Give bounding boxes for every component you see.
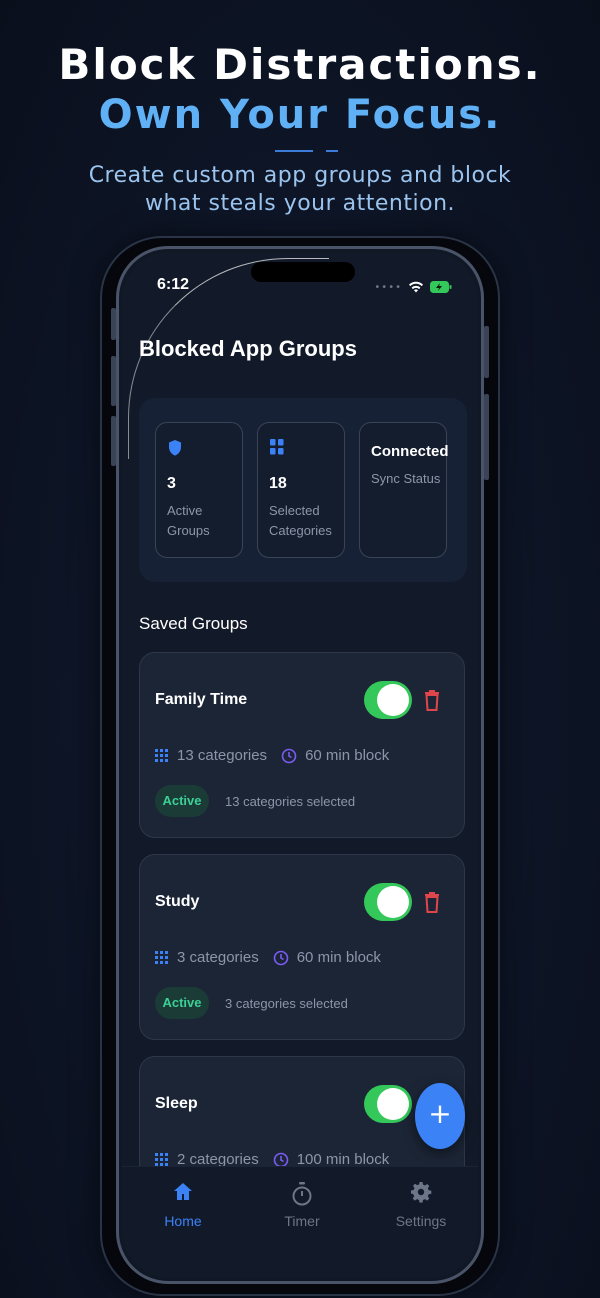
- stopwatch-icon: [262, 1181, 342, 1207]
- hero-divider: [275, 150, 313, 152]
- group-toggle[interactable]: [364, 681, 412, 719]
- grid-icon: [155, 748, 169, 763]
- group-categories: 3 categories: [177, 949, 259, 966]
- toggle-knob: [377, 886, 409, 918]
- trash-icon[interactable]: [424, 891, 440, 917]
- group-categories: 13 categories: [177, 747, 268, 764]
- stat-card-sync-status: Connected Sync Status: [359, 422, 449, 558]
- grid-icon: [270, 439, 284, 459]
- hero-subtitle-line1: Create custom app groups and block: [88, 163, 512, 188]
- side-button: [484, 326, 489, 378]
- shield-icon: [168, 439, 182, 461]
- page-title: Blocked App Groups: [139, 336, 357, 361]
- stats-panel: 3 Active Groups 18 Selected Categories C…: [139, 398, 467, 582]
- clock-icon: [281, 748, 297, 764]
- power-button: [484, 394, 489, 480]
- group-meta: 13 categories 60 min block: [155, 747, 389, 764]
- stat-label: Active Groups: [167, 503, 210, 538]
- gear-icon: [381, 1181, 461, 1207]
- tab-home[interactable]: Home: [143, 1181, 223, 1229]
- grid-icon: [155, 1152, 169, 1167]
- stat-label: Sync Status: [371, 471, 441, 486]
- hero-subtitle-line2: what steals your attention.: [144, 191, 456, 216]
- stat-value: 18: [269, 475, 287, 492]
- stat-label: Selected Categories: [269, 503, 332, 538]
- clock-icon: [273, 950, 289, 966]
- group-selected-note: 13 categories selected: [225, 794, 356, 809]
- tab-bar: Home Timer Settings: [122, 1166, 478, 1277]
- tab-label: Settings: [395, 1213, 447, 1229]
- group-meta: 3 categories 60 min block: [155, 949, 381, 966]
- hero-title-line1: Block Distractions.: [58, 40, 542, 89]
- group-name: Family Time: [155, 691, 248, 708]
- app-screen: 6:12 •••• Blocked App Groups 3 Active Gr…: [122, 252, 478, 1278]
- phone-bezel: 6:12 •••• Blocked App Groups 3 Active Gr…: [116, 246, 484, 1284]
- toggle-knob: [377, 1088, 409, 1120]
- group-selected-note: 3 categories selected: [225, 996, 348, 1011]
- hero-divider: [326, 150, 338, 152]
- section-title: Saved Groups: [139, 614, 248, 633]
- stat-card-selected-categories: 18 Selected Categories: [257, 422, 345, 558]
- sync-status-value: Connected: [371, 443, 449, 460]
- grid-icon: [155, 950, 169, 965]
- group-toggle[interactable]: [364, 1085, 412, 1123]
- tab-label: Timer: [284, 1213, 320, 1229]
- group-name: Sleep: [155, 1095, 198, 1112]
- tab-label: Home: [164, 1213, 202, 1229]
- status-icons: ••••: [374, 278, 452, 297]
- add-group-button[interactable]: +: [415, 1083, 465, 1149]
- trash-icon[interactable]: [424, 689, 440, 715]
- toggle-knob: [377, 684, 409, 716]
- stat-value: 3: [167, 475, 176, 492]
- group-block-duration: 60 min block: [296, 949, 381, 966]
- status-time: 6:12: [157, 276, 190, 293]
- tab-timer[interactable]: Timer: [262, 1181, 342, 1229]
- group-card-family-time[interactable]: Family Time 13 categories 60 min block A…: [139, 652, 465, 838]
- home-icon: [143, 1181, 223, 1207]
- hero-subtitle: Create custom app groups and block what …: [0, 162, 600, 218]
- battery-charging-icon: [430, 278, 452, 297]
- hero-title-line2: Own Your Focus.: [98, 92, 502, 138]
- group-card-study[interactable]: Study 3 categories 60 min block Active 3…: [139, 854, 465, 1040]
- signal-dots-icon: ••••: [374, 282, 402, 293]
- group-name: Study: [155, 893, 200, 910]
- wifi-icon: [408, 278, 424, 297]
- status-badge: Active: [155, 987, 209, 1019]
- stat-card-active-groups: 3 Active Groups: [155, 422, 243, 558]
- dynamic-island: [251, 262, 355, 282]
- status-badge: Active: [155, 785, 209, 817]
- group-block-duration: 60 min block: [305, 747, 390, 764]
- group-toggle[interactable]: [364, 883, 412, 921]
- tab-settings[interactable]: Settings: [381, 1181, 461, 1229]
